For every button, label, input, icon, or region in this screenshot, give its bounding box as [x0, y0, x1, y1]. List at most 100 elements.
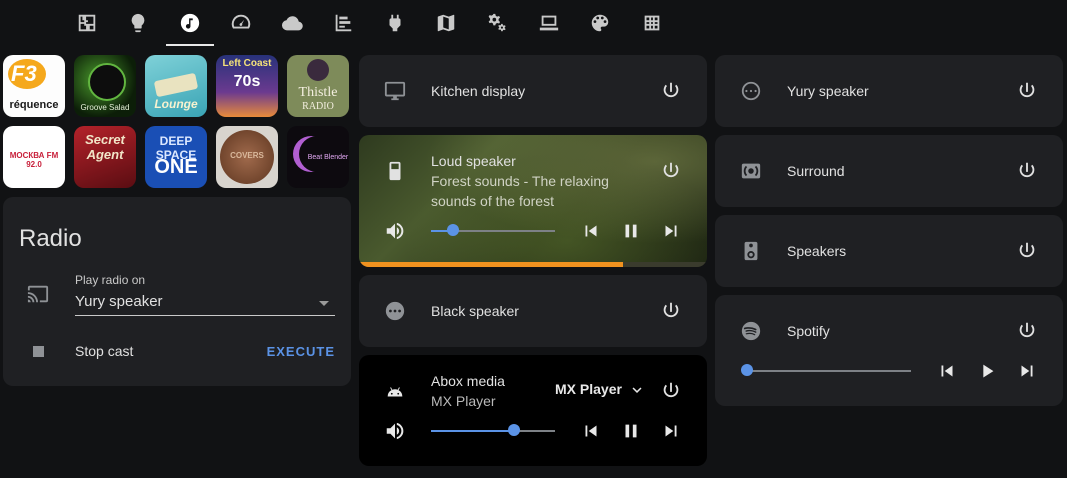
stop-icon	[33, 346, 44, 357]
volume-high-icon[interactable]	[383, 419, 407, 443]
power-icon[interactable]	[659, 159, 683, 183]
chevron-down-icon	[632, 387, 642, 393]
black-speaker-card[interactable]: Black speaker	[359, 275, 707, 347]
power-icon[interactable]	[1015, 239, 1039, 263]
station-tile-beat-blender[interactable]: Beat Blender	[287, 126, 349, 188]
power-icon[interactable]	[659, 299, 683, 323]
station-tile-covers[interactable]: COVERS	[216, 126, 278, 188]
volume-slider[interactable]	[431, 224, 555, 236]
speakers-card[interactable]: Speakers	[715, 215, 1063, 287]
station-tile-lounge[interactable]: Lounge	[145, 55, 207, 117]
volume-knob[interactable]	[508, 424, 521, 436]
skip-previous-icon[interactable]	[579, 419, 603, 443]
execute-button[interactable]: EXECUTE	[267, 344, 335, 359]
station-label: COVERS	[230, 151, 264, 160]
vinyl-record-icon	[88, 63, 126, 101]
volume-slider[interactable]	[431, 424, 555, 436]
speaker-select[interactable]: Yury speaker	[75, 291, 335, 316]
abox-app-name: MX Player	[431, 393, 496, 409]
source-select-value: MX Player	[555, 381, 622, 398]
power-icon[interactable]	[659, 379, 683, 403]
tab-devices[interactable]	[525, 0, 573, 46]
station-tile-left-coast-70s[interactable]: Left Coast 70s	[216, 55, 278, 117]
tab-config[interactable]	[474, 0, 522, 46]
skip-next-icon[interactable]	[659, 219, 683, 243]
station-tile-moskva-fm[interactable]: МОСКВА FM 92.0	[3, 126, 65, 188]
station-badge: 70s	[233, 73, 261, 90]
chart-timeline-icon	[335, 14, 352, 32]
top-navigation	[0, 0, 1067, 48]
tab-history[interactable]	[319, 0, 367, 46]
speaker-icon	[383, 159, 407, 183]
cast-icon	[26, 282, 50, 306]
yury-speaker-card[interactable]: Yury speaker	[715, 55, 1063, 127]
pause-icon[interactable]	[619, 419, 643, 443]
volume-knob[interactable]	[741, 364, 753, 376]
station-tile-thistle-radio[interactable]: Thistle RADIO	[287, 55, 349, 117]
stop-cast-label: Stop cast	[75, 343, 134, 359]
station-tile-deep-space-one[interactable]: DEEP SPACE ONE	[145, 126, 207, 188]
laptop-icon	[539, 15, 559, 31]
lightbulb-icon	[131, 13, 145, 33]
skip-previous-icon[interactable]	[935, 359, 959, 383]
palette-icon	[591, 14, 609, 32]
tab-media[interactable]	[166, 0, 214, 46]
power-icon[interactable]	[1015, 319, 1039, 343]
tab-weather[interactable]	[268, 0, 316, 46]
speakers-name: Speakers	[787, 243, 847, 259]
source-select[interactable]: MX Player	[555, 381, 646, 401]
loud-speaker-card: Loud speaker Forest sounds - The relaxin…	[359, 135, 707, 267]
station-label: Secret Agent	[85, 132, 125, 162]
station-tile-secret-agent[interactable]: Secret Agent	[74, 126, 136, 188]
tab-theme[interactable]	[576, 0, 624, 46]
dots-horizontal-circle-icon	[383, 299, 407, 323]
station-label: Beat Blender	[307, 154, 349, 161]
station-sub-label: ONE	[154, 156, 198, 178]
track-progress-bar	[359, 262, 707, 267]
tab-map[interactable]	[422, 0, 470, 46]
volume-high-icon[interactable]	[383, 219, 407, 243]
power-icon[interactable]	[1015, 79, 1039, 103]
dots-horizontal-circle-icon	[739, 79, 763, 103]
station-label: Thistle	[298, 85, 338, 100]
lounge-chair-image	[153, 72, 199, 98]
surround-sound-icon	[739, 159, 763, 183]
tab-apps[interactable]	[628, 0, 676, 46]
surround-card[interactable]: Surround	[715, 135, 1063, 207]
yury-speaker-name: Yury speaker	[787, 83, 869, 99]
skip-previous-icon[interactable]	[579, 219, 603, 243]
skip-next-icon[interactable]	[659, 419, 683, 443]
tab-power[interactable]	[371, 0, 419, 46]
station-label: réquence	[9, 99, 59, 111]
kitchen-display-name: Kitchen display	[431, 83, 526, 99]
radio-card: Radio Play radio on Yury speaker Stop ca…	[3, 197, 351, 386]
pause-icon[interactable]	[619, 219, 643, 243]
volume-slider[interactable]	[741, 364, 911, 376]
station-tile-frequence3[interactable]: F3 réquence	[3, 55, 65, 117]
power-icon[interactable]	[1015, 159, 1039, 183]
speedometer-icon	[231, 14, 251, 29]
skip-next-icon[interactable]	[1015, 359, 1039, 383]
volume-fill	[431, 430, 515, 432]
thistle-flower-icon	[307, 59, 329, 81]
monitor-icon	[383, 79, 407, 103]
speaker-icon	[739, 239, 763, 263]
frequence3-logo-text: F3	[11, 61, 37, 86]
spotify-icon	[739, 319, 763, 343]
spotify-card: Spotify	[715, 295, 1063, 406]
radio-card-title: Radio	[19, 225, 82, 252]
tab-lights[interactable]	[114, 0, 162, 46]
kitchen-display-card[interactable]: Kitchen display	[359, 55, 707, 127]
tab-energy[interactable]	[217, 0, 265, 46]
station-tile-groove-salad[interactable]: Groove Salad	[74, 55, 136, 117]
power-icon[interactable]	[659, 79, 683, 103]
floorplan-icon	[78, 14, 96, 32]
android-icon	[383, 379, 407, 403]
cloud-icon	[281, 16, 303, 31]
spotify-name: Spotify	[787, 323, 830, 339]
play-icon[interactable]	[975, 359, 999, 383]
tab-floorplan[interactable]	[63, 0, 111, 46]
speaker-select-value: Yury speaker	[75, 293, 163, 310]
station-label: Left Coast	[222, 58, 272, 69]
abox-media-name: Abox media	[431, 373, 505, 389]
